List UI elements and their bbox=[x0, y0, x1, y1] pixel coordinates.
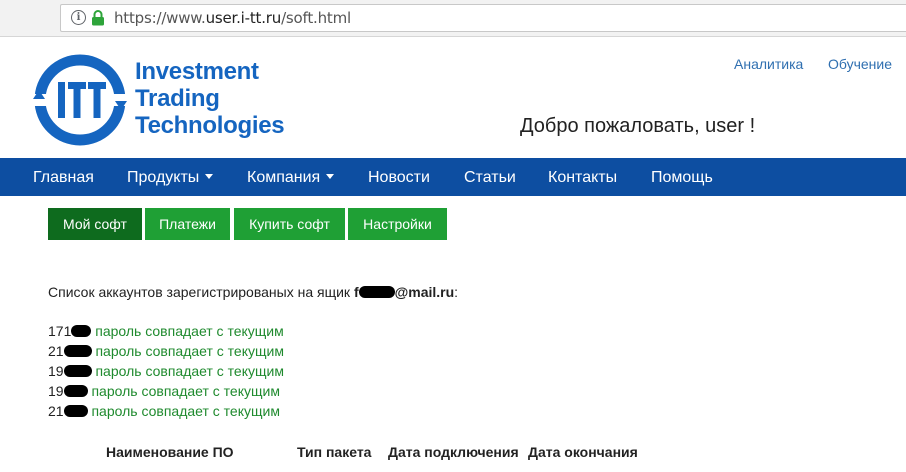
redaction-mark bbox=[63, 385, 88, 397]
account-email: f @mail.ru bbox=[353, 284, 455, 300]
redaction-mark bbox=[358, 286, 395, 298]
accounts-list-title: Список аккаунтов зарегистрированых на ящ… bbox=[48, 284, 459, 300]
redaction-mark bbox=[63, 405, 88, 417]
nav-home[interactable]: Главная bbox=[33, 169, 94, 187]
address-bar[interactable]: i https://www.user.i-tt.ru/soft.html bbox=[60, 4, 906, 32]
tab-settings[interactable]: Настройки bbox=[348, 208, 447, 240]
browser-toolbar: i https://www.user.i-tt.ru/soft.html bbox=[0, 0, 906, 37]
redaction-mark bbox=[71, 325, 92, 337]
caret-down-icon bbox=[205, 174, 214, 180]
analytics-link[interactable]: Аналитика bbox=[734, 56, 803, 72]
tab-my-software[interactable]: Мой софт bbox=[48, 208, 142, 240]
account-row: 19 пароль совпадает с текущим bbox=[48, 363, 284, 379]
nav-contacts[interactable]: Контакты bbox=[548, 169, 617, 187]
welcome-message: Добро пожаловать, user ! bbox=[520, 115, 756, 137]
column-header-package-type[interactable]: Тип пакета bbox=[297, 444, 371, 460]
account-row: 21 пароль совпадает с текущим bbox=[48, 343, 284, 359]
redaction-mark bbox=[63, 345, 92, 357]
itt-logo[interactable] bbox=[32, 52, 128, 148]
password-status: пароль совпадает с текущим bbox=[95, 343, 284, 359]
company-name-line2: Trading bbox=[135, 85, 220, 112]
password-status: пароль совпадает с текущим bbox=[95, 363, 284, 379]
account-row: 19 пароль совпадает с текущим bbox=[48, 383, 280, 399]
password-status: пароль совпадает с текущим bbox=[95, 323, 284, 339]
caret-down-icon bbox=[326, 174, 335, 180]
url-text[interactable]: https://www.user.i-tt.ru/soft.html bbox=[114, 9, 351, 27]
nav-products[interactable]: Продукты bbox=[127, 169, 214, 187]
info-icon[interactable]: i bbox=[71, 10, 86, 25]
nav-company[interactable]: Компания bbox=[247, 169, 335, 187]
learning-link[interactable]: Обучение bbox=[828, 56, 892, 72]
account-row: 171 пароль совпадает с текущим bbox=[48, 323, 284, 339]
redaction-mark bbox=[63, 365, 92, 377]
tab-payments[interactable]: Платежи bbox=[145, 208, 230, 240]
nav-articles[interactable]: Статьи bbox=[464, 169, 516, 187]
password-status: пароль совпадает с текущим bbox=[91, 403, 280, 419]
column-header-connection-date[interactable]: Дата подключения bbox=[388, 444, 519, 460]
column-header-software-name[interactable]: Наименование ПО bbox=[106, 444, 234, 460]
tab-buy-software[interactable]: Купить софт bbox=[234, 208, 345, 240]
column-header-end-date[interactable]: Дата окончания bbox=[528, 444, 638, 460]
company-name-line3: Technologies bbox=[135, 112, 285, 139]
nav-news[interactable]: Новости bbox=[368, 169, 430, 187]
main-navbar: Главная Продукты Компания Новости Статьи… bbox=[0, 158, 906, 196]
lock-icon[interactable] bbox=[91, 10, 105, 26]
account-row: 21 пароль совпадает с текущим bbox=[48, 403, 280, 419]
nav-help[interactable]: Помощь bbox=[651, 169, 713, 187]
company-name-line1: Investment bbox=[135, 58, 259, 85]
company-name[interactable]: Investment Trading Technologies bbox=[135, 58, 285, 139]
password-status: пароль совпадает с текущим bbox=[91, 383, 280, 399]
